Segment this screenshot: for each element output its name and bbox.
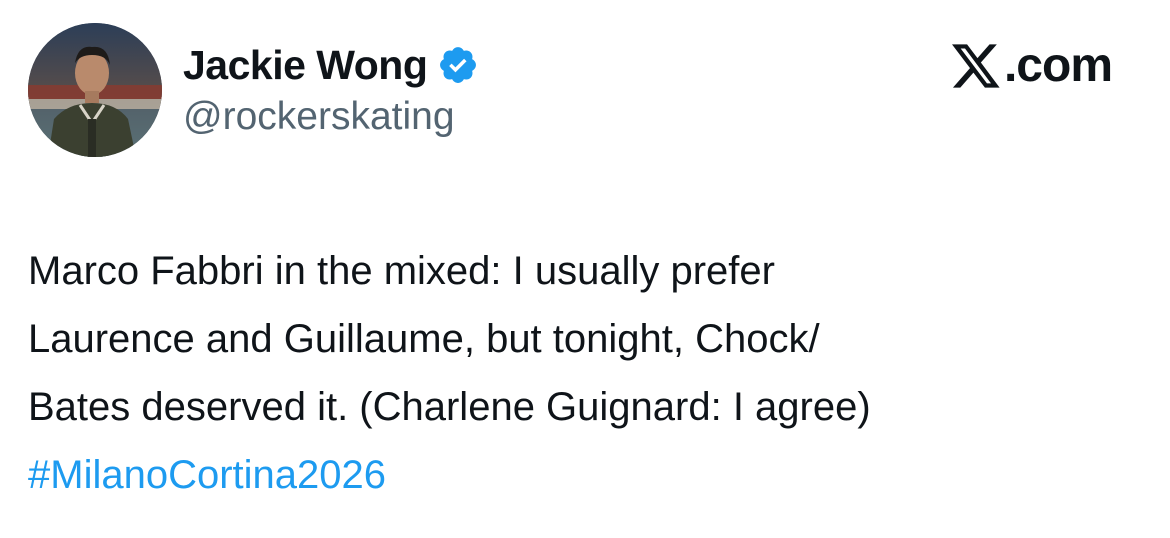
author-name[interactable]: Jackie Wong (183, 40, 428, 90)
x-logo-icon (950, 42, 1002, 90)
hashtag-link[interactable]: #MilanoCortina2026 (28, 441, 1128, 509)
tweet-card: Jackie Wong @rockerskating .com Marco Fa… (0, 0, 1170, 538)
tweet-text: Marco Fabbri in the mixed: I usually pre… (28, 237, 1128, 509)
author-name-row: Jackie Wong (183, 40, 479, 90)
x-brand-text: .com (1003, 39, 1113, 92)
tweet-text-line: Marco Fabbri in the mixed: I usually pre… (28, 249, 775, 293)
verified-badge-icon (437, 44, 479, 86)
tweet-text-line: Laurence and Guillaume, but tonight, Cho… (28, 317, 820, 361)
x-brand[interactable]: .com (950, 38, 1113, 94)
avatar-photo (28, 23, 162, 157)
avatar[interactable] (28, 23, 162, 157)
author-handle[interactable]: @rockerskating (183, 92, 455, 142)
tweet-text-line: Bates deserved it. (Charlene Guignard: I… (28, 385, 871, 429)
